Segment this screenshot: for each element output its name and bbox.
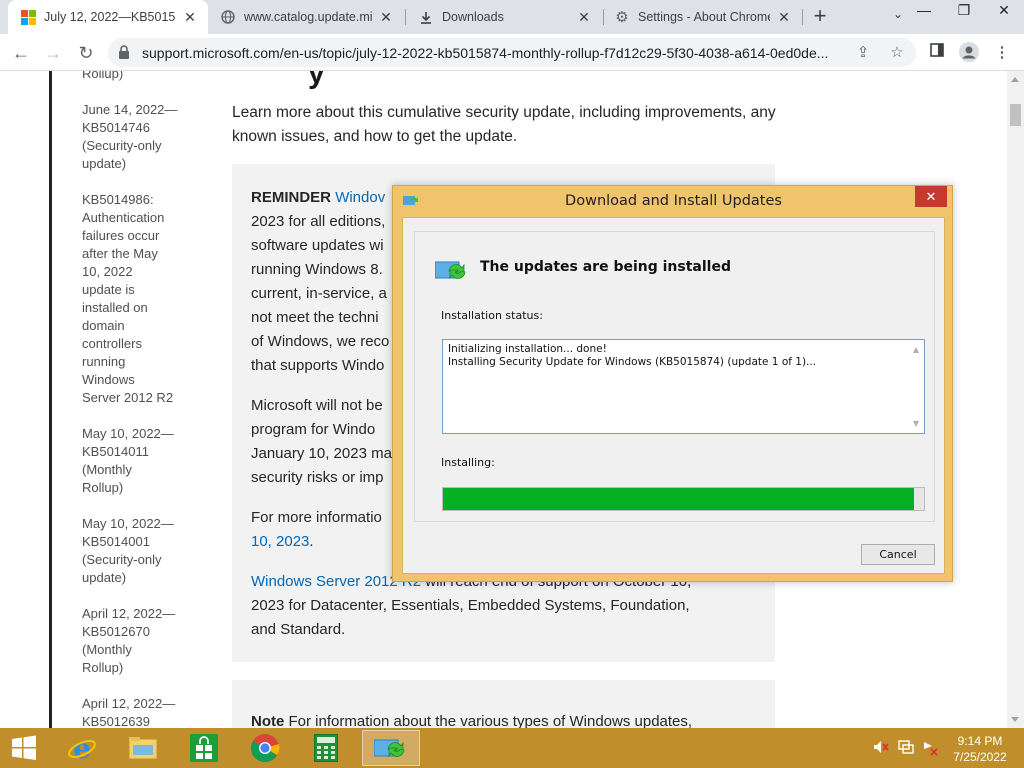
lock-icon [118,45,130,59]
close-tab-icon[interactable]: ✕ [776,9,792,25]
para-line: 2023 for Datacenter, Essentials, Embedde… [251,597,690,614]
chrome-icon[interactable] [237,730,293,766]
tab-kb5015874[interactable]: July 12, 2022—KB501587 ✕ [8,0,208,34]
system-clock[interactable]: 9:14 PM 7/25/2022 [944,733,1016,765]
page-title-fragment: y [308,71,325,90]
windows-start-icon[interactable] [0,730,48,766]
menu-kebab-icon[interactable]: ⋮ [991,42,1013,64]
status-textbox[interactable]: Initializing installation... done! Insta… [442,339,925,434]
sidenav-item[interactable]: May 10, 2022— KB5014011 (Monthly Rollup) [82,425,192,497]
file-explorer-icon[interactable] [115,730,171,766]
note-text: For information about the various types … [284,713,693,728]
dialog-panel: The updates are being installed Installa… [414,231,935,522]
windows-update-icon [434,258,469,282]
sidenav-item[interactable]: May 10, 2022— KB5014001 (Security-only u… [82,515,192,587]
restore-button[interactable]: ❐ [944,0,984,22]
back-button[interactable]: ← [8,40,34,66]
note-callout: Note For information about the various t… [232,680,775,728]
dialog-heading: The updates are being installed [480,259,731,275]
download-icon [418,9,434,25]
windows-taskbar: e 9:14 PM 7/25/2022 [0,728,1024,768]
volume-muted-icon[interactable] [872,740,890,756]
install-updates-dialog: Download and Install Updates ✕ The updat… [392,185,953,582]
tab-title: Settings - About Chrome [638,10,770,24]
action-center-icon[interactable] [921,740,939,756]
screen: July 12, 2022—KB501587 ✕ www.catalog.upd… [0,0,1024,768]
scroll-down-arrow[interactable] [1011,717,1019,722]
sidenav-item[interactable]: April 12, 2022— KB5012639 (Security-only [82,695,192,728]
note-line: Note For information about the various t… [251,710,771,728]
intro-text: Learn more about this cumulative securit… [232,104,776,145]
store-icon[interactable] [176,730,232,766]
para-line: and Standard. [251,621,346,638]
tab-catalog[interactable]: www.catalog.update.micr ✕ [208,0,404,34]
side-panel-icon[interactable] [926,42,948,64]
tab-separator [802,9,803,25]
status-line: Installing Security Update for Windows (… [448,356,817,368]
scroll-thumb[interactable] [1010,104,1021,126]
microsoft-logo-icon [20,9,36,25]
tab-settings[interactable]: ⚙ Settings - About Chrome ✕ [602,0,802,34]
note-label: Note [251,713,285,728]
windows-update-taskbar-icon[interactable] [362,730,420,766]
clock-time: 9:14 PM [957,734,1003,748]
browser-toolbar: ← → ↻ support.microsoft.com/en-us/topic/… [0,34,1024,71]
dialog-close-button[interactable]: ✕ [915,186,947,207]
close-tab-icon[interactable]: ✕ [378,9,394,25]
close-tab-icon[interactable]: ✕ [576,9,592,25]
tab-title: July 12, 2022—KB501587 [44,10,176,24]
internet-explorer-icon[interactable]: e [54,730,110,766]
forward-button[interactable]: → [40,40,66,66]
reload-button[interactable]: ↻ [73,40,99,66]
install-progress-bar [442,487,925,511]
dialog-body: The updates are being installed Installa… [402,217,945,574]
sidenav-item[interactable]: Rollup) [82,71,192,83]
new-tab-button[interactable]: + [808,5,832,29]
clock-date: 7/25/2022 [953,750,1007,764]
network-icon[interactable] [897,740,915,756]
cancel-button[interactable]: Cancel [861,544,935,565]
scroll-down-icon[interactable]: ▼ [913,417,919,430]
bookmark-star-icon[interactable]: ☆ [887,43,907,63]
status-label: Installation status: [441,309,543,322]
tab-strip: July 12, 2022—KB501587 ✕ www.catalog.upd… [0,0,1024,34]
tab-title: Downloads [442,10,504,24]
tab-title: www.catalog.update.micr [244,10,372,24]
share-icon[interactable]: ⇪ [853,43,873,63]
gear-icon: ⚙ [615,9,629,26]
left-rule [49,71,52,728]
para-end: . [309,533,314,550]
minimize-button[interactable]: — [904,0,944,22]
window-close-button[interactable]: ✕ [984,0,1024,22]
sidenav-item[interactable]: April 12, 2022— KB5012670 (Monthly Rollu… [82,605,192,677]
reminder-label: REMINDER [251,189,332,206]
progress-fill [443,488,915,510]
sidenav-item[interactable]: June 14, 2022— KB5014746 (Security-only … [82,101,192,173]
sidenav-item[interactable]: KB5014986: Authentication failures occur… [82,191,192,407]
scroll-up-icon[interactable]: ▲ [913,343,919,356]
globe-icon [220,9,236,25]
reminder-link[interactable]: Windov [335,189,385,206]
scroll-up-arrow[interactable] [1011,77,1019,82]
page-scrollbar[interactable] [1007,71,1024,728]
side-navigation: Rollup) June 14, 2022— KB5014746 (Securi… [82,71,192,728]
dialog-title: Download and Install Updates [565,193,782,209]
url-text[interactable]: support.microsoft.com/en-us/topic/july-1… [142,45,842,61]
address-bar[interactable]: support.microsoft.com/en-us/topic/july-1… [108,38,916,67]
svg-text:e: e [73,733,91,763]
status-line: Initializing installation... done! [448,343,607,355]
close-tab-icon[interactable]: ✕ [182,9,198,25]
tab-downloads[interactable]: Downloads ✕ [406,0,602,34]
calculator-icon[interactable] [298,730,354,766]
date-link[interactable]: 10, 2023 [251,533,309,550]
installing-label: Installing: [441,456,495,469]
profile-avatar[interactable] [958,42,980,64]
